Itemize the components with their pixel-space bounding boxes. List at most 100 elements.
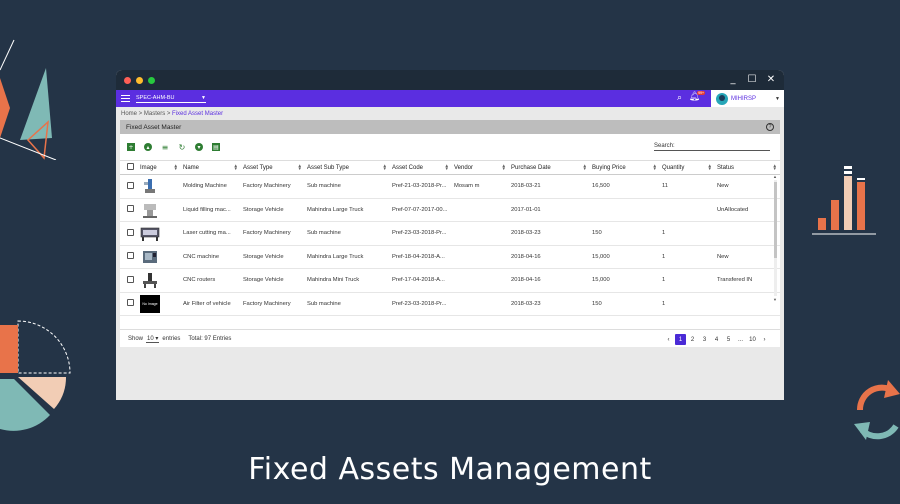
purchase-date-cell: 2017-01-01 — [511, 206, 541, 213]
table-row[interactable]: CNC machine Storage Vehicle Mahindra Large… — [120, 245, 780, 269]
quantity-cell: 1 — [662, 300, 666, 307]
asset-thumbnail[interactable] — [140, 201, 160, 219]
asset-type-cell: Factory Machinery — [243, 300, 291, 307]
panel-header: Fixed Asset Master ? — [120, 120, 780, 134]
search-input[interactable]: Search: — [654, 143, 770, 151]
close-dot[interactable] — [124, 76, 131, 84]
window-titlebar: _ ☐ ✕ — [116, 70, 784, 90]
asset-code-cell: Pref-17-04-2018-A... — [392, 277, 445, 284]
column-header-asset-type[interactable]: Asset Type ▲ ▼ — [241, 161, 305, 175]
search-label: Search: — [654, 143, 675, 149]
column-header-buying-price[interactable]: Buying Price ▲ ▼ — [590, 161, 660, 175]
app-bar: SPEC-AHM-BU ▼ ⌕ 🔔︎ 99+ MIHIRSP ▼ — [116, 90, 784, 107]
asset-thumbnail[interactable] — [140, 248, 160, 266]
prev-page-button[interactable]: ‹ — [663, 334, 674, 345]
next-page-button[interactable]: › — [759, 334, 770, 345]
table-scrollbar[interactable]: ▲ ▼ — [773, 174, 778, 302]
chevron-down-icon: ▼ — [775, 95, 780, 102]
name-cell: Liquid filling mac... — [183, 206, 231, 213]
asset-thumbnail[interactable]: No Image — [140, 294, 160, 313]
row-checkbox[interactable] — [127, 228, 134, 236]
minimize-icon[interactable]: _ — [728, 74, 738, 85]
table-row[interactable]: CNC routers Storage Vehicle Mahindra Mini … — [120, 269, 780, 293]
scrollbar-thumb[interactable] — [774, 182, 777, 258]
sort-icon: ▲ ▼ — [652, 163, 657, 171]
column-header-vendor[interactable]: Vendor ▲ ▼ — [452, 161, 509, 175]
help-icon[interactable]: ? — [766, 123, 774, 131]
column-header-status[interactable]: Status ▲ ▼ — [715, 161, 780, 175]
asset-sub-type-cell: Mahindra Large Truck — [307, 253, 364, 260]
asset-sub-type-cell: Mahindra Mini Truck — [307, 277, 360, 284]
add-icon[interactable]: + — [127, 143, 135, 151]
row-checkbox[interactable] — [127, 275, 134, 283]
select-all-checkbox[interactable] — [127, 163, 134, 170]
column-header-purchase-date[interactable]: Purchase Date ▲ ▼ — [509, 161, 590, 175]
page-size-select[interactable]: 10 ▾ — [146, 335, 160, 343]
vendor-cell — [452, 269, 509, 293]
table-row[interactable]: Molding Machine Factory Machinery Sub mach… — [120, 175, 780, 198]
page-4-button[interactable]: 4 — [711, 334, 722, 345]
column-header-asset-code[interactable]: Asset Code ▲ ▼ — [390, 161, 452, 175]
column-header-name[interactable]: Name ▲ ▼ — [181, 161, 241, 175]
filter-icon[interactable]: ≡ — [161, 143, 169, 152]
decor-bar-chart — [812, 160, 878, 238]
user-name: MIHIRSP — [731, 95, 757, 102]
column-header-asset-sub-type[interactable]: Asset Sub Type ▲ ▼ — [305, 161, 390, 175]
buying-price-cell: 150 — [592, 230, 602, 237]
asset-sub-type-cell: Sub machine — [307, 230, 341, 237]
row-checkbox[interactable] — [127, 252, 134, 260]
status-cell: Transfered IN — [717, 277, 753, 284]
expand-icon[interactable]: ▾ — [195, 143, 203, 151]
close-icon[interactable]: ✕ — [766, 74, 776, 85]
minimize-dot[interactable] — [136, 76, 143, 84]
vendor-cell: Mosam m — [454, 183, 480, 190]
scroll-up-icon[interactable]: ▲ — [773, 174, 777, 179]
status-cell: UnAllocated — [717, 206, 749, 213]
vendor-cell — [452, 198, 509, 222]
sort-icon: ▲ ▼ — [772, 163, 777, 171]
asset-type-cell: Factory Machinery — [243, 230, 291, 237]
menu-icon[interactable] — [121, 95, 130, 102]
org-unit-select[interactable]: SPEC-AHM-BU ▼ — [136, 95, 206, 103]
scroll-down-icon[interactable]: ▼ — [773, 297, 777, 302]
asset-thumbnail[interactable] — [140, 224, 160, 242]
asset-thumbnail[interactable] — [140, 177, 160, 195]
status-cell: New — [717, 253, 729, 260]
sort-icon: ▲ ▼ — [173, 163, 178, 171]
user-menu[interactable]: MIHIRSP ▼ — [711, 90, 784, 107]
collapse-icon[interactable]: ▴ — [144, 143, 152, 151]
buying-price-cell: 15,000 — [592, 253, 610, 260]
page-5-button[interactable]: 5 — [723, 334, 734, 345]
maximize-dot[interactable] — [148, 76, 155, 84]
total-entries: Total: 97 Entries — [188, 335, 232, 342]
page-1-button[interactable]: 1 — [675, 334, 686, 345]
page-10-button[interactable]: 10 — [747, 334, 758, 345]
table-row[interactable]: No Image Air Filter of vehicle Factory Mac… — [120, 292, 780, 316]
table-toolbar: + ▴ ≡ ↻ ▾ ▤ Search: — [120, 134, 780, 160]
purchase-date-cell: 2018-03-23 — [511, 300, 541, 307]
breadcrumb-home[interactable]: Home — [121, 111, 137, 117]
asset-table: Image ▲ ▼ Name ▲ ▼ Asset Type ▲ ▼ Asset Sub Ty… — [120, 160, 780, 316]
asset-type-cell: Storage Vehicle — [243, 277, 284, 284]
table-row[interactable]: Liquid filling mac... Storage Vehicle Mahi… — [120, 198, 780, 222]
column-header-image[interactable]: Image ▲ ▼ — [138, 161, 181, 175]
asset-thumbnail[interactable] — [140, 271, 160, 289]
page-2-button[interactable]: 2 — [687, 334, 698, 345]
page-3-button[interactable]: 3 — [699, 334, 710, 345]
search-icon[interactable]: ⌕ — [677, 93, 682, 103]
row-checkbox[interactable] — [127, 299, 134, 307]
refresh-icon[interactable]: ↻ — [178, 143, 186, 152]
breadcrumb-masters[interactable]: Masters — [144, 111, 165, 117]
row-checkbox[interactable] — [127, 205, 134, 213]
quantity-cell: 1 — [662, 277, 666, 284]
table-row[interactable]: Laser cutting ma... Factory Machinery Sub … — [120, 222, 780, 245]
maximize-icon[interactable]: ☐ — [747, 74, 757, 85]
row-checkbox[interactable] — [127, 181, 134, 189]
avatar — [716, 92, 728, 105]
export-icon[interactable]: ▤ — [212, 143, 220, 151]
name-cell: Laser cutting ma... — [183, 230, 231, 237]
column-header-quantity[interactable]: Quantity ▲ ▼ — [660, 161, 715, 175]
asset-type-cell: Storage Vehicle — [243, 206, 284, 213]
sort-icon: ▲ ▼ — [233, 163, 238, 171]
buying-price-cell: 150 — [592, 300, 602, 307]
